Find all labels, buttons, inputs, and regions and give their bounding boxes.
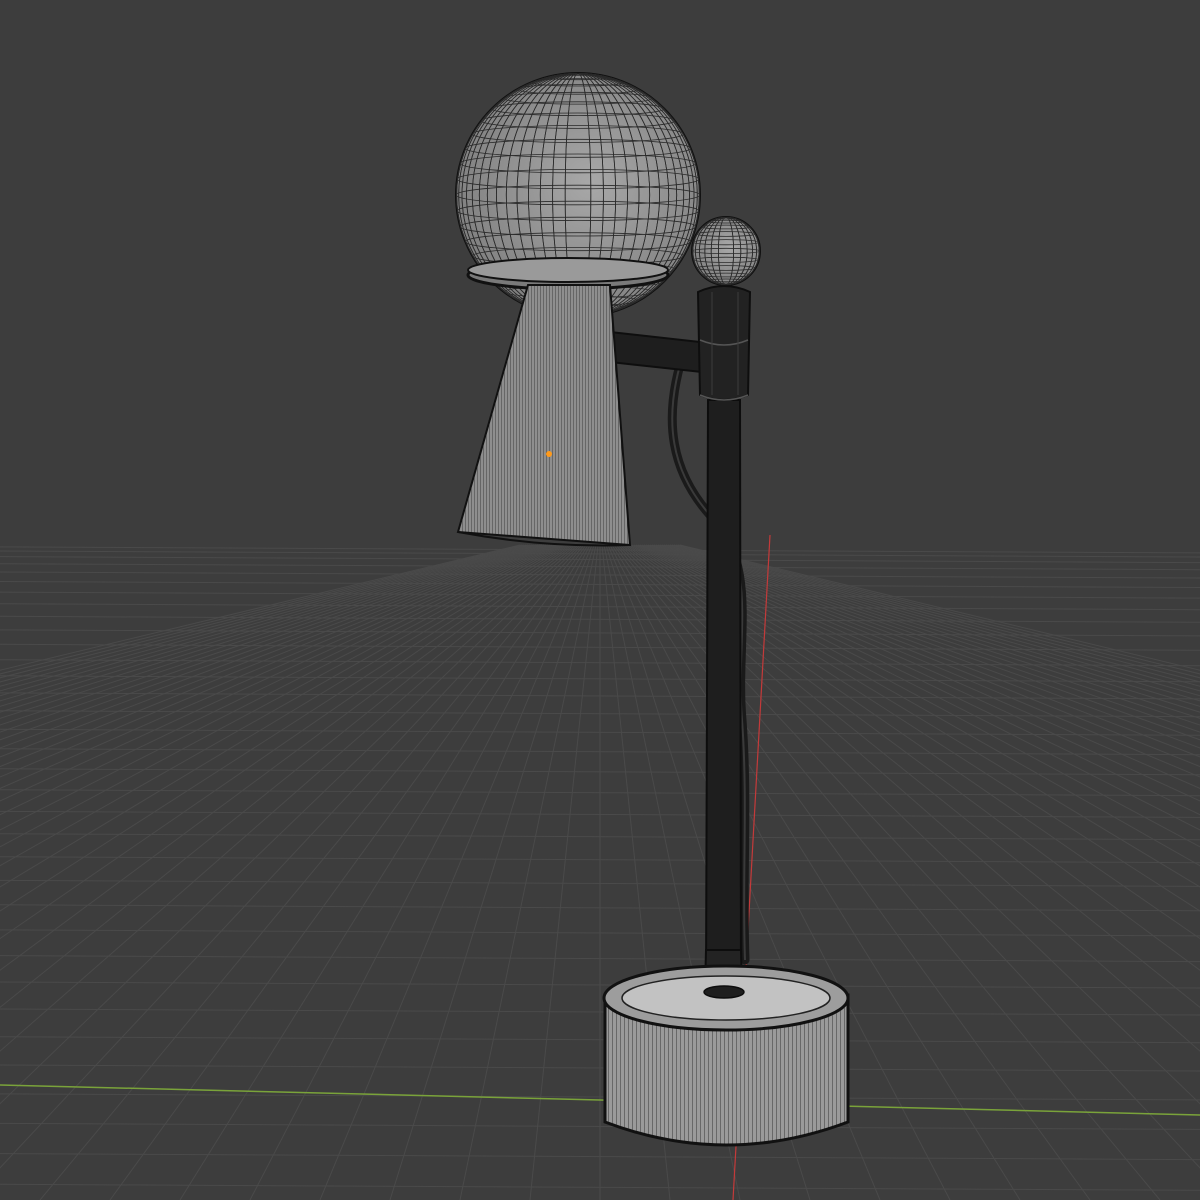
grid-line-depth (0, 544, 523, 675)
grid-line-depth (0, 544, 571, 912)
grid-line-depth (319, 544, 593, 1200)
grid-line-depth (389, 544, 595, 1200)
viewport-canvas[interactable] (0, 0, 1200, 1200)
lamp-base (602, 964, 850, 1147)
grid-line-depth (0, 544, 575, 971)
grid-line-depth (0, 544, 555, 778)
3d-viewport[interactable] (0, 0, 1200, 1200)
grid-line-depth (109, 544, 587, 1200)
object-origin-marker[interactable] (546, 451, 552, 457)
grid-line-depth (529, 544, 599, 1200)
grid-line-depth (0, 544, 547, 741)
grid-line-depth (0, 544, 525, 679)
lamp-shade-cone (456, 284, 632, 547)
grid-line-depth (0, 544, 539, 713)
lamp-arm (609, 330, 704, 374)
grid-line-depth (0, 544, 559, 802)
grid-line-depth (249, 544, 591, 1200)
grid-line-depth (0, 544, 557, 789)
grid-line-depth (0, 544, 583, 1169)
grid-line-depth (0, 544, 551, 758)
lamp-joint-collar (696, 285, 752, 401)
grid-line-depth (0, 544, 527, 683)
lamp-pole (703, 399, 744, 995)
grid-line-depth (39, 544, 585, 1200)
grid-line-depth (0, 544, 533, 697)
grid-line-depth (0, 544, 531, 692)
lamp-finial-sphere (691, 216, 761, 286)
grid-line-depth (179, 544, 589, 1200)
grid-line-depth (0, 544, 579, 1052)
grid-line-depth (0, 544, 573, 940)
grid-line-depth (0, 544, 581, 1105)
grid-line-depth (0, 544, 529, 687)
grid-line-depth (0, 544, 561, 816)
floor-grid (0, 544, 1200, 1200)
grid-line-depth (459, 544, 597, 1200)
